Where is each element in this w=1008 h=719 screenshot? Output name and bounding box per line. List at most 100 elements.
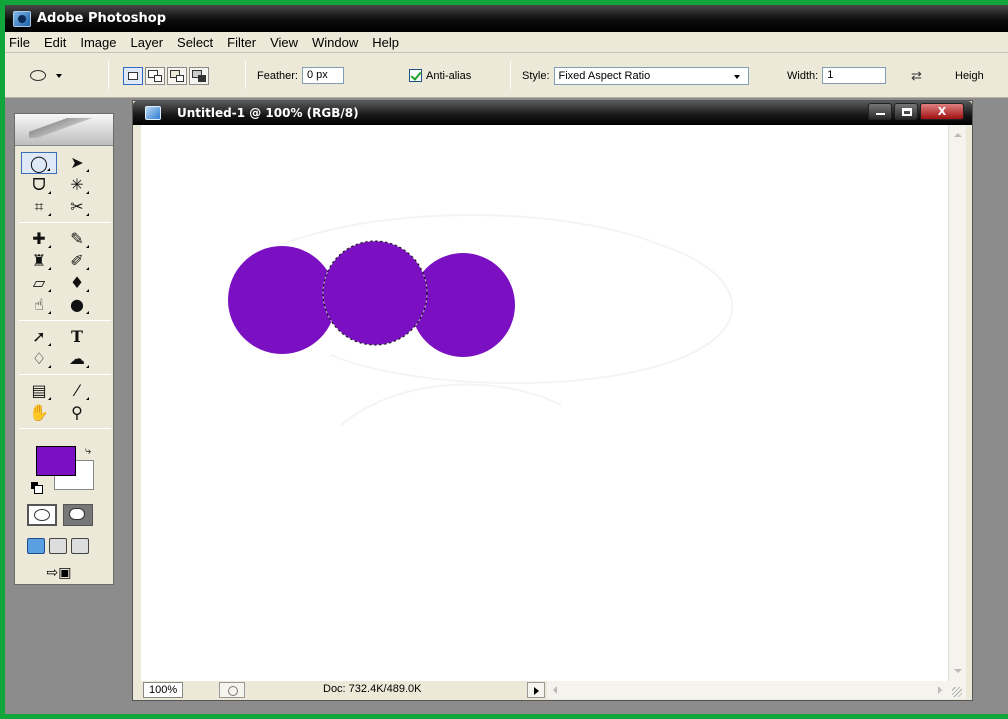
canvas-artwork (228, 214, 734, 426)
quick-mask-mode-button[interactable] (63, 504, 93, 526)
vertical-scrollbar[interactable] (948, 125, 966, 681)
ellipse-marquee-icon (30, 70, 46, 81)
scroll-left-icon[interactable] (553, 686, 557, 694)
hand-tool[interactable]: ✋ (21, 402, 57, 424)
feather-input[interactable]: 0 px (301, 67, 344, 84)
full-screen-mode-button[interactable] (71, 538, 89, 554)
smudge-tool[interactable]: ☝ (21, 294, 57, 316)
color-swatches: ⤷ (29, 444, 99, 494)
menu-image[interactable]: Image (73, 32, 123, 53)
paint-bucket-tool[interactable]: ♦ (59, 272, 95, 294)
foreground-color-swatch[interactable] (36, 446, 76, 476)
width-input[interactable]: 1 (822, 67, 887, 84)
resize-grip[interactable] (952, 687, 962, 697)
horizontal-scrollbar[interactable] (547, 681, 966, 699)
menu-file[interactable]: File (5, 32, 37, 53)
maximize-icon (902, 108, 912, 116)
standard-mode-button[interactable] (27, 504, 57, 526)
purple-circle-middle[interactable] (323, 241, 427, 345)
intersect-selection-button[interactable] (189, 66, 209, 85)
menu-window[interactable]: Window (305, 32, 365, 53)
scroll-up-icon[interactable] (954, 133, 962, 137)
antialias-checkbox[interactable] (409, 69, 422, 82)
scroll-down-icon[interactable] (954, 669, 962, 673)
minimize-button[interactable] (868, 103, 892, 120)
menu-filter[interactable]: Filter (220, 32, 263, 53)
close-button[interactable]: X (920, 103, 964, 120)
doc-size-info: Doc: 732.4K/489.0K (323, 683, 422, 695)
feather-label: Feather: (257, 69, 298, 82)
swap-dimensions-icon[interactable]: ⇄ (911, 68, 922, 84)
new-selection-button[interactable] (123, 66, 143, 85)
toolbox-divider (19, 428, 111, 429)
document-icon (145, 106, 161, 120)
burn-tool[interactable]: ● (59, 294, 95, 316)
default-colors-icon[interactable] (31, 482, 43, 494)
antialias-label: Anti-alias (426, 69, 472, 82)
slice-tool[interactable]: ✂ (59, 196, 95, 218)
add-to-selection-button[interactable] (145, 66, 165, 85)
screen-mode-group (27, 538, 89, 554)
standard-screen-mode-button[interactable] (27, 538, 45, 554)
move-tool[interactable]: ➤ (59, 152, 95, 174)
photoshop-window: Adobe Photoshop File Edit Image Layer Se… (5, 5, 1008, 714)
photoshop-icon (13, 10, 31, 27)
zoom-tool[interactable]: ⚲ (59, 402, 95, 424)
scroll-right-icon[interactable] (938, 686, 942, 694)
minimize-icon (876, 113, 885, 115)
canvas[interactable] (141, 125, 948, 681)
jump-to-imageready-icon[interactable]: ⇨▣ (37, 564, 81, 582)
purple-circle-left[interactable] (228, 246, 336, 354)
lasso-tool[interactable]: ᗜ (21, 174, 57, 196)
menu-view[interactable]: View (263, 32, 305, 53)
width-label: Width: (787, 69, 819, 82)
style-label: Style: (522, 69, 550, 82)
magic-wand-tool[interactable]: ✳ (59, 174, 95, 196)
menu-layer[interactable]: Layer (124, 32, 171, 53)
pen-tool[interactable]: ♢ (21, 348, 57, 370)
menu-select[interactable]: Select (170, 32, 220, 53)
document-title-bar[interactable]: Untitled-1 @ 100% (RGB/8) X (133, 101, 972, 125)
notes-tool[interactable]: ▤ (21, 380, 57, 402)
elliptical-marquee-tool[interactable]: ◯ (21, 152, 57, 174)
document-status-bar: 100% Doc: 732.4K/489.0K (141, 681, 966, 699)
divider (108, 61, 109, 89)
brush-tool[interactable]: ✎ (59, 228, 95, 250)
divider (245, 61, 246, 89)
purple-circle-right[interactable] (411, 253, 515, 357)
toolbox-header[interactable] (15, 114, 113, 146)
swap-colors-icon[interactable]: ⤷ (85, 444, 91, 458)
full-screen-menu-mode-button[interactable] (49, 538, 67, 554)
divider (510, 61, 511, 89)
menu-edit[interactable]: Edit (37, 32, 73, 53)
tool-preset-picker[interactable] (30, 66, 62, 85)
clone-stamp-tool[interactable]: ♜ (21, 250, 57, 272)
toolbox-divider (19, 374, 111, 375)
style-select-value: Fixed Aspect Ratio (558, 69, 651, 82)
custom-shape-tool[interactable]: ☁ (59, 348, 95, 370)
crop-tool[interactable]: ⌗ (21, 196, 57, 218)
healing-brush-tool[interactable]: ✚ (21, 228, 57, 250)
eyedropper-tool[interactable]: ⁄ (59, 380, 95, 402)
style-select[interactable]: Fixed Aspect Ratio (553, 66, 749, 85)
eraser-tool[interactable]: ▱ (21, 272, 57, 294)
zoom-level-field[interactable]: 100% (143, 682, 183, 698)
path-selection-tool[interactable]: ➚ (21, 326, 57, 348)
maximize-button[interactable] (894, 103, 918, 120)
height-label: Heigh (955, 69, 984, 82)
history-brush-tool[interactable]: ✐ (59, 250, 95, 272)
menu-bar: File Edit Image Layer Select Filter View… (5, 32, 1008, 53)
close-icon: X (937, 105, 947, 118)
app-title-bar: Adobe Photoshop (5, 5, 1008, 32)
menu-help[interactable]: Help (365, 32, 406, 53)
subtract-from-selection-button[interactable] (167, 66, 187, 85)
status-menu-button[interactable] (527, 682, 545, 698)
document-title: Untitled-1 @ 100% (RGB/8) (177, 106, 359, 120)
options-bar: Feather: 0 px Anti-alias Style: Fixed As… (5, 53, 1008, 98)
app-title: Adobe Photoshop (37, 11, 167, 26)
feather-logo-icon (29, 118, 99, 138)
type-tool[interactable]: T (59, 326, 95, 348)
status-info-icon[interactable] (219, 682, 245, 698)
toolbox-divider (19, 222, 111, 223)
chevron-down-icon (733, 74, 740, 79)
